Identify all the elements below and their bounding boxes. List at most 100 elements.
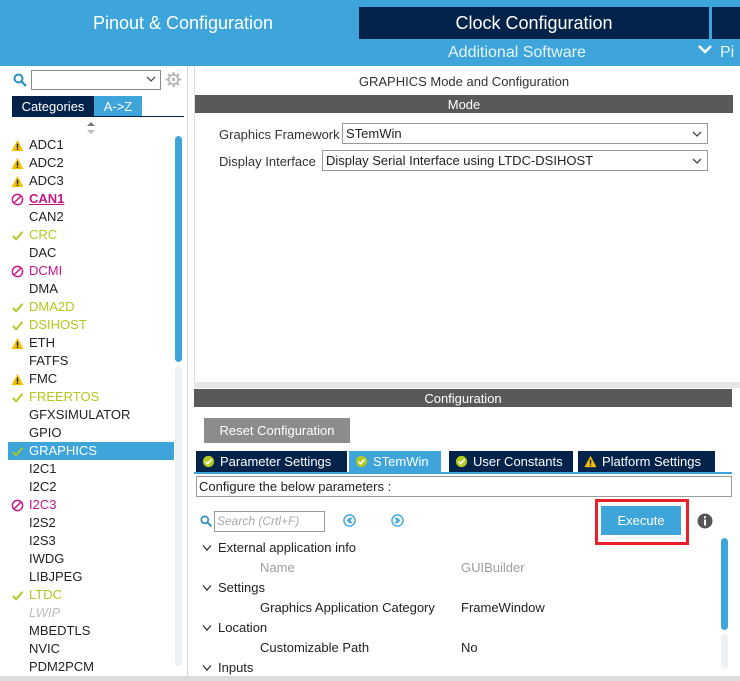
tab-stemwin[interactable]: STemWin — [349, 451, 441, 472]
sidebar-item-graphics[interactable]: GRAPHICS — [8, 442, 174, 460]
tree-group-settings[interactable]: Settings — [194, 578, 719, 598]
sidebar-item-fatfs[interactable]: FATFS — [8, 352, 174, 370]
sidebar-item-i2c3[interactable]: I2C3 — [8, 496, 174, 514]
sidebar-item-label: NVIC — [29, 641, 61, 656]
sidebar-item-label: GFXSIMULATOR — [29, 407, 131, 422]
sidebar-item-adc3[interactable]: ADC3 — [8, 172, 174, 190]
check-icon — [12, 321, 24, 331]
chevron-down-icon[interactable] — [698, 42, 712, 59]
sidebar-item-label: CRC — [29, 227, 58, 242]
tab-pinout-configuration[interactable]: Pinout & Configuration — [8, 7, 358, 39]
sidebar-item-i2s2[interactable]: I2S2 — [8, 514, 174, 532]
tree-param-customizable-path[interactable]: Customizable Path No — [194, 638, 719, 658]
mode-section-header: Mode — [195, 95, 733, 113]
display-interface-value: Display Serial Interface using LTDC-DSIH… — [326, 153, 594, 168]
parameter-search-input[interactable]: Search (Crtl+F) — [214, 511, 325, 532]
sidebar-item-lwip[interactable]: LWIP — [8, 604, 174, 622]
sort-icon[interactable] — [86, 122, 96, 134]
tree-param-name[interactable]: Name GUIBuilder — [194, 558, 719, 578]
chevron-down-icon[interactable] — [202, 664, 212, 672]
sidebar-item-crc[interactable]: CRC — [8, 226, 174, 244]
param-value: FrameWindow — [461, 600, 545, 615]
tree-group-label: External application info — [218, 540, 357, 555]
tree-group-inputs[interactable]: Inputs — [194, 658, 719, 678]
check-icon — [12, 591, 24, 601]
warning-icon — [11, 139, 24, 152]
sidebar-item-nvic[interactable]: NVIC — [8, 640, 174, 658]
sidebar-item-dac[interactable]: DAC — [8, 244, 174, 262]
sidebar-item-dcmi[interactable]: DCMI — [8, 262, 174, 280]
tab-categories[interactable]: Categories — [12, 96, 94, 116]
execute-button[interactable]: Execute — [601, 506, 681, 535]
tab-next-edge[interactable] — [710, 7, 740, 39]
tab-underline — [194, 472, 732, 474]
tab-platform-settings[interactable]: Platform Settings — [578, 451, 715, 472]
check-icon — [12, 303, 24, 313]
tab-clock-configuration[interactable]: Clock Configuration — [359, 7, 709, 39]
config-scrollbar-track[interactable] — [721, 634, 728, 669]
param-value: No — [461, 640, 478, 655]
sidebar-item-i2c2[interactable]: I2C2 — [8, 478, 174, 496]
sidebar-item-label: IWDG — [29, 551, 65, 566]
sidebar-item-can2[interactable]: CAN2 — [8, 208, 174, 226]
sidebar-scrollbar-thumb[interactable] — [175, 136, 182, 362]
tree-group-location[interactable]: Location — [194, 618, 719, 638]
tab-pinout-view[interactable]: Pi — [720, 44, 734, 62]
peripheral-list: ADC1 ADC2 ADC3 CAN1 CAN2 CRC DAC DCMI DMA DMA2D DS… — [8, 136, 174, 676]
chevron-down-icon[interactable] — [202, 624, 212, 632]
sidebar-item-label: DMA — [29, 281, 58, 296]
previous-result-icon[interactable] — [343, 514, 356, 527]
sidebar-item-gfxsimulator[interactable]: GFXSIMULATOR — [8, 406, 174, 424]
sidebar-item-fmc[interactable]: FMC — [8, 370, 174, 388]
chevron-down-icon[interactable] — [692, 129, 702, 139]
chevron-down-icon[interactable] — [202, 584, 212, 592]
next-result-icon[interactable] — [391, 514, 404, 527]
sidebar-item-libjpeg[interactable]: LIBJPEG — [8, 568, 174, 586]
sidebar-item-dma[interactable]: DMA — [8, 280, 174, 298]
sidebar-item-ltdc[interactable]: LTDC — [8, 586, 174, 604]
peripheral-search-combo[interactable] — [31, 70, 161, 90]
sidebar-item-gpio[interactable]: GPIO — [8, 424, 174, 442]
info-icon[interactable] — [697, 513, 713, 529]
search-icon — [13, 73, 27, 87]
configuration-panel: Configuration Reset Configuration Parame… — [194, 388, 740, 676]
graphics-framework-select[interactable]: STemWin — [342, 123, 708, 144]
sidebar-item-i2c1[interactable]: I2C1 — [8, 460, 174, 478]
chevron-down-icon[interactable] — [692, 156, 702, 166]
sidebar-item-label: I2S2 — [29, 515, 56, 530]
tab-user-constants[interactable]: User Constants — [449, 451, 573, 472]
sidebar-item-dsihost[interactable]: DSIHOST — [8, 316, 174, 334]
tab-a-to-z[interactable]: A->Z — [94, 96, 142, 116]
config-scrollbar-thumb[interactable] — [721, 538, 728, 630]
sidebar-item-dma2d[interactable]: DMA2D — [8, 298, 174, 316]
sidebar-item-freertos[interactable]: FREERTOS — [8, 388, 174, 406]
sidebar-item-can1[interactable]: CAN1 — [8, 190, 174, 208]
display-interface-select[interactable]: Display Serial Interface using LTDC-DSIH… — [322, 150, 708, 171]
sidebar-item-i2s3[interactable]: I2S3 — [8, 532, 174, 550]
tab-additional-software[interactable]: Additional Software — [448, 44, 586, 62]
warning-icon — [11, 373, 24, 386]
tab-parameter-settings[interactable]: Parameter Settings — [196, 451, 347, 472]
tab-label: Parameter Settings — [220, 454, 332, 469]
sidebar-item-label: ETH — [29, 335, 55, 350]
sidebar-item-pdm2pcm[interactable]: PDM2PCM — [8, 658, 174, 676]
sidebar-item-adc1[interactable]: ADC1 — [8, 136, 174, 154]
reset-configuration-button[interactable]: Reset Configuration — [204, 418, 350, 443]
tab-label: Platform Settings — [602, 454, 701, 469]
tree-param-graphics-application-category[interactable]: Graphics Application Category FrameWindo… — [194, 598, 719, 618]
tree-group-external-application-info[interactable]: External application info — [194, 538, 719, 558]
graphics-framework-value: STemWin — [346, 126, 402, 141]
chevron-down-icon[interactable] — [146, 74, 156, 84]
gear-icon[interactable] — [165, 71, 182, 88]
blocked-icon — [11, 193, 24, 206]
sidebar-item-eth[interactable]: ETH — [8, 334, 174, 352]
sidebar-item-mbedtls[interactable]: MBEDTLS — [8, 622, 174, 640]
chevron-down-icon[interactable] — [202, 544, 212, 552]
sidebar-item-label: PDM2PCM — [29, 659, 95, 674]
sidebar-item-adc2[interactable]: ADC2 — [8, 154, 174, 172]
sidebar-item-label: I2C3 — [29, 497, 57, 512]
sidebar-item-iwdg[interactable]: IWDG — [8, 550, 174, 568]
sidebar-scrollbar-track[interactable] — [175, 366, 182, 666]
sidebar-item-label: LTDC — [29, 587, 62, 602]
sidebar-item-label: DMA2D — [29, 299, 75, 314]
